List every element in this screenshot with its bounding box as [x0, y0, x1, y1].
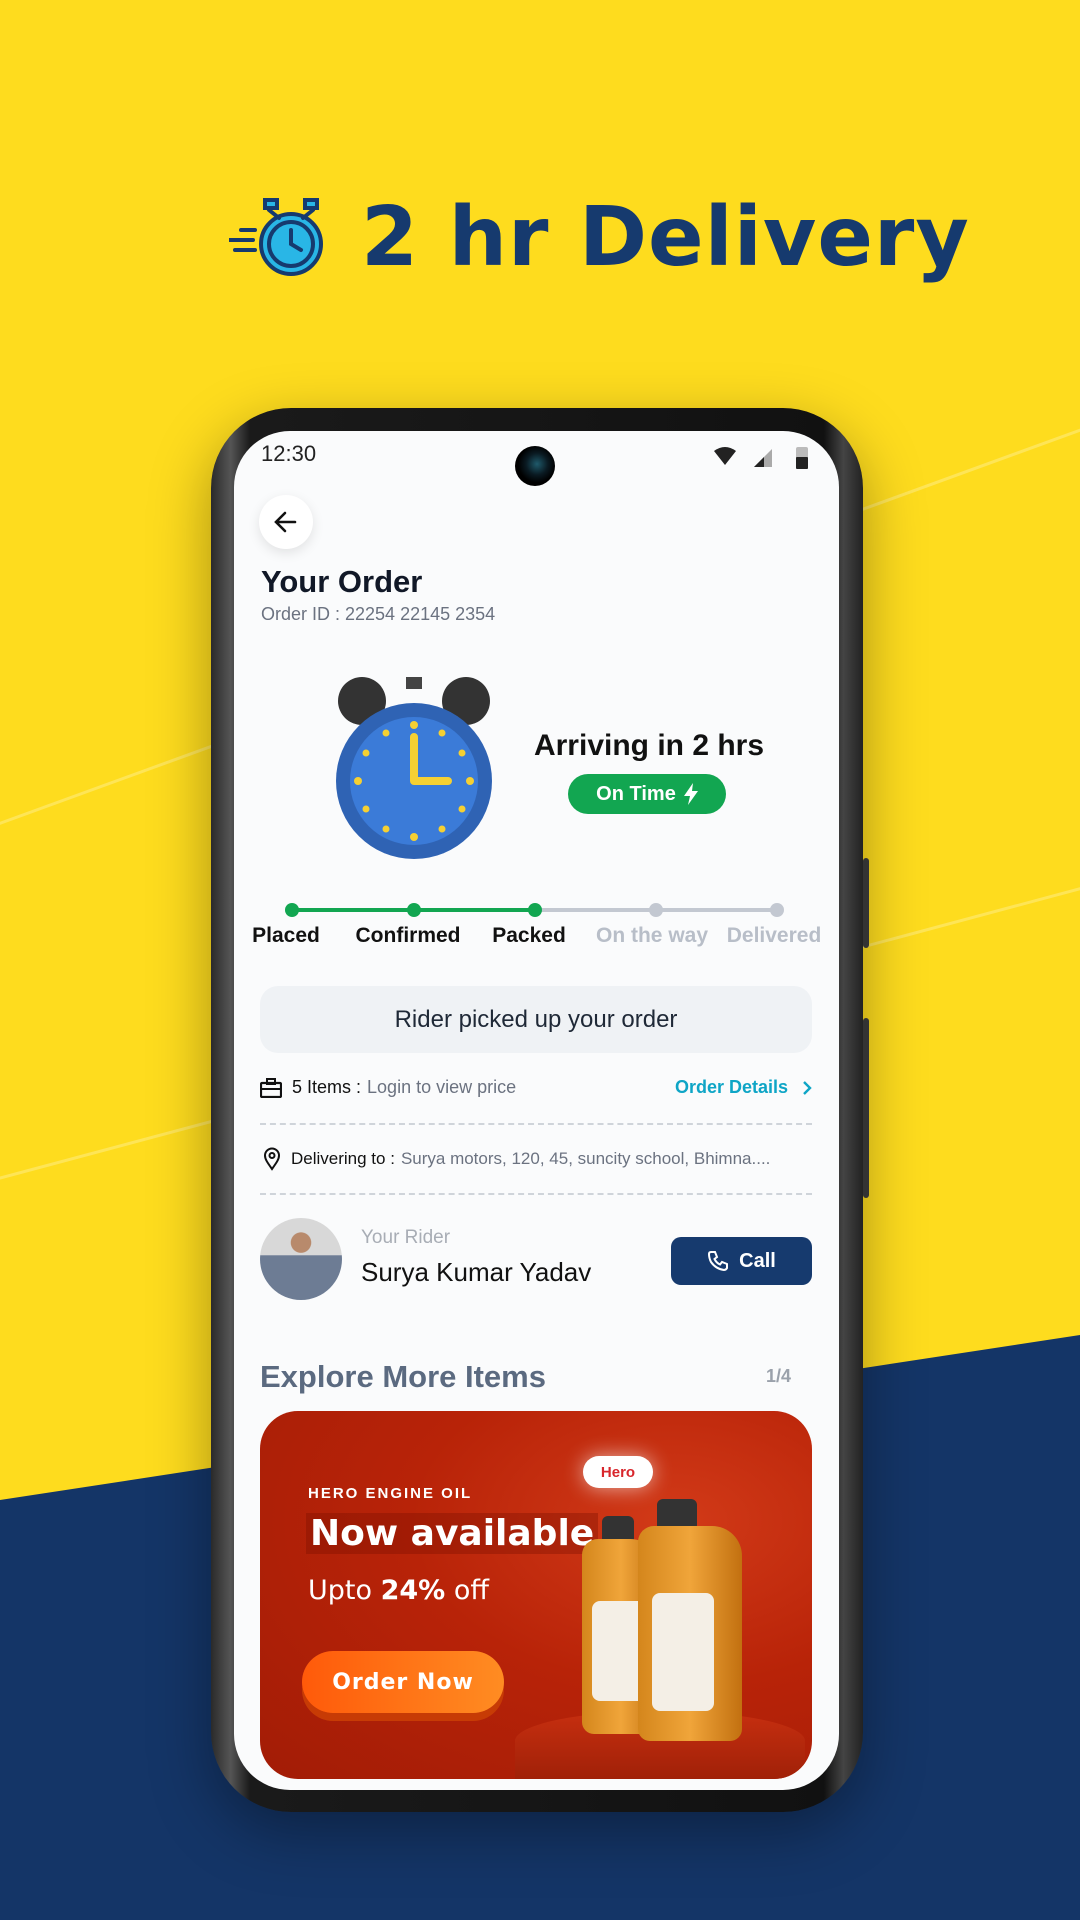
- page-title: Your Order: [261, 564, 423, 599]
- arrow-left-icon: [274, 511, 297, 533]
- divider: [260, 1123, 812, 1125]
- stopwatch-icon: [229, 197, 323, 276]
- banner-headline: Now available: [306, 1513, 599, 1554]
- promo-banner[interactable]: HERO ENGINE OIL Now available Upto 24% o…: [260, 1411, 812, 1779]
- wifi-icon: [714, 447, 736, 465]
- toolbox-icon: [260, 1077, 282, 1098]
- items-count: 5 Items :: [292, 1077, 362, 1097]
- step-label: Placed: [252, 924, 320, 947]
- price-note: Login to view price: [367, 1077, 517, 1097]
- order-details-label: Order Details: [674, 1077, 788, 1097]
- arrival-eta: Arriving in 2 hrs: [533, 729, 765, 762]
- alarm-clock-icon: [336, 677, 492, 859]
- hero-logo: Hero: [583, 1456, 653, 1488]
- banner-discount: Upto 24% off: [308, 1575, 489, 1606]
- lightning-icon: [683, 783, 698, 805]
- app-screen: 12:30 Your Order Order ID : 22254 22145 …: [234, 431, 839, 1790]
- divider: [260, 1193, 812, 1195]
- step-label: On the way: [595, 924, 709, 947]
- order-details-link[interactable]: Order Details: [675, 1077, 812, 1098]
- status-icons: [714, 447, 808, 469]
- items-row: 5 Items : Login to view price Order Deta…: [260, 1077, 812, 1098]
- carousel-pager: 1/4: [766, 1366, 792, 1386]
- banner-kicker: HERO ENGINE OIL: [308, 1485, 473, 1502]
- phone-frame: 12:30 Your Order Order ID : 22254 22145 …: [211, 408, 869, 1812]
- step-label: Packed: [492, 924, 566, 947]
- explore-title: Explore More Items: [260, 1359, 546, 1394]
- delivering-label: Delivering to :: [291, 1149, 395, 1168]
- promo-headline: 2 hr Delivery: [361, 190, 970, 285]
- rider-name: Surya Kumar Yadav: [361, 1257, 592, 1287]
- chevron-right-icon: [803, 1080, 812, 1095]
- promo-header: 2 hr Delivery: [229, 190, 970, 285]
- step-dot-confirmed: [407, 903, 421, 917]
- order-now-button[interactable]: Order Now: [302, 1651, 504, 1713]
- status-time: 12:30: [261, 441, 317, 466]
- call-label: Call: [739, 1249, 776, 1272]
- step-label: Delivered: [726, 924, 822, 947]
- step-label: Confirmed: [355, 924, 461, 947]
- location-pin-icon: [263, 1147, 281, 1171]
- step-dot-on-the-way: [649, 903, 663, 917]
- step-dot-placed: [285, 903, 299, 917]
- status-message: Rider picked up your order: [260, 986, 812, 1053]
- phone-icon: [708, 1251, 729, 1272]
- rider-avatar: [260, 1218, 342, 1300]
- on-time-badge: On Time: [568, 774, 726, 814]
- rider-caption: Your Rider: [361, 1227, 451, 1248]
- camera-cutout: [515, 446, 555, 486]
- delivery-row: Delivering to : Surya motors, 120, 45, s…: [260, 1147, 812, 1171]
- delivery-address: Surya motors, 120, 45, suncity school, B…: [400, 1149, 771, 1168]
- on-time-label: On Time: [596, 782, 676, 805]
- back-button[interactable]: [259, 495, 313, 549]
- order-id: Order ID : 22254 22145 2354: [261, 604, 496, 624]
- call-button[interactable]: Call: [671, 1237, 812, 1285]
- step-dot-delivered: [770, 903, 784, 917]
- step-dot-packed: [528, 903, 542, 917]
